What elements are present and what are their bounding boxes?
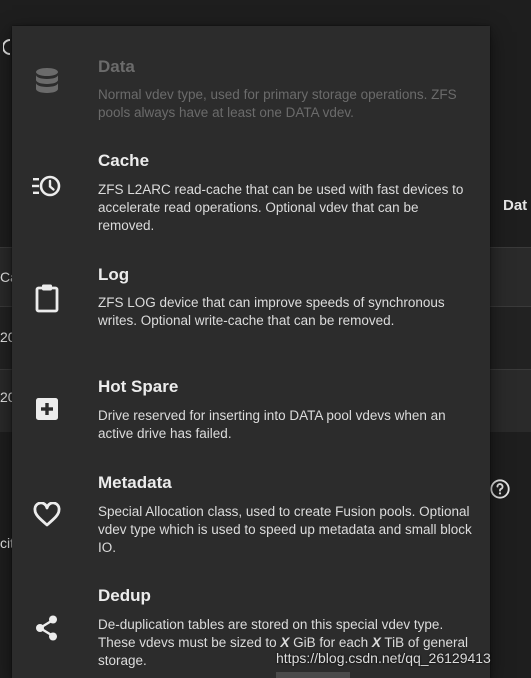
menu-item-description: Special Allocation class, used to create… [98,504,472,555]
share-icon [32,613,62,643]
column-header-fragment: Dat [503,197,528,214]
vdev-type-menu: Data Normal vdev type, used for primary … [12,26,490,678]
database-icon [32,66,62,96]
menu-item-data: Data Normal vdev type, used for primary … [12,26,490,136]
menu-item-title: Metadata [98,473,172,492]
clipboard-icon [32,283,62,313]
scroll-indicator [276,672,350,678]
history-clock-icon [32,171,62,201]
menu-item-title: Log [98,265,130,284]
heart-outline-icon [32,500,62,530]
menu-item-description: Normal vdev type, used for primary stora… [98,87,457,120]
menu-item-title: Dedup [98,586,151,605]
plus-box-icon [32,394,62,424]
menu-item-description: ZFS LOG device that can improve speeds o… [98,295,445,328]
menu-item-title: Data [98,57,135,76]
help-circle-icon[interactable] [489,478,511,500]
menu-item-description: ZFS L2ARC read-cache that can be used wi… [98,182,464,233]
menu-item-cache[interactable]: Cache ZFS L2ARC read-cache that can be u… [12,136,490,250]
menu-item-log[interactable]: Log ZFS LOG device that can improve spee… [12,250,490,362]
menu-item-description: Drive reserved for inserting into DATA p… [98,408,446,441]
watermark-text: https://blog.csdn.net/qq_26129413 [276,650,491,666]
menu-item-hot-spare[interactable]: Hot Spare Drive reserved for inserting i… [12,362,490,468]
menu-item-metadata[interactable]: Metadata Special Allocation class, used … [12,468,490,578]
menu-item-title: Hot Spare [98,377,179,396]
menu-item-title: Cache [98,151,150,170]
